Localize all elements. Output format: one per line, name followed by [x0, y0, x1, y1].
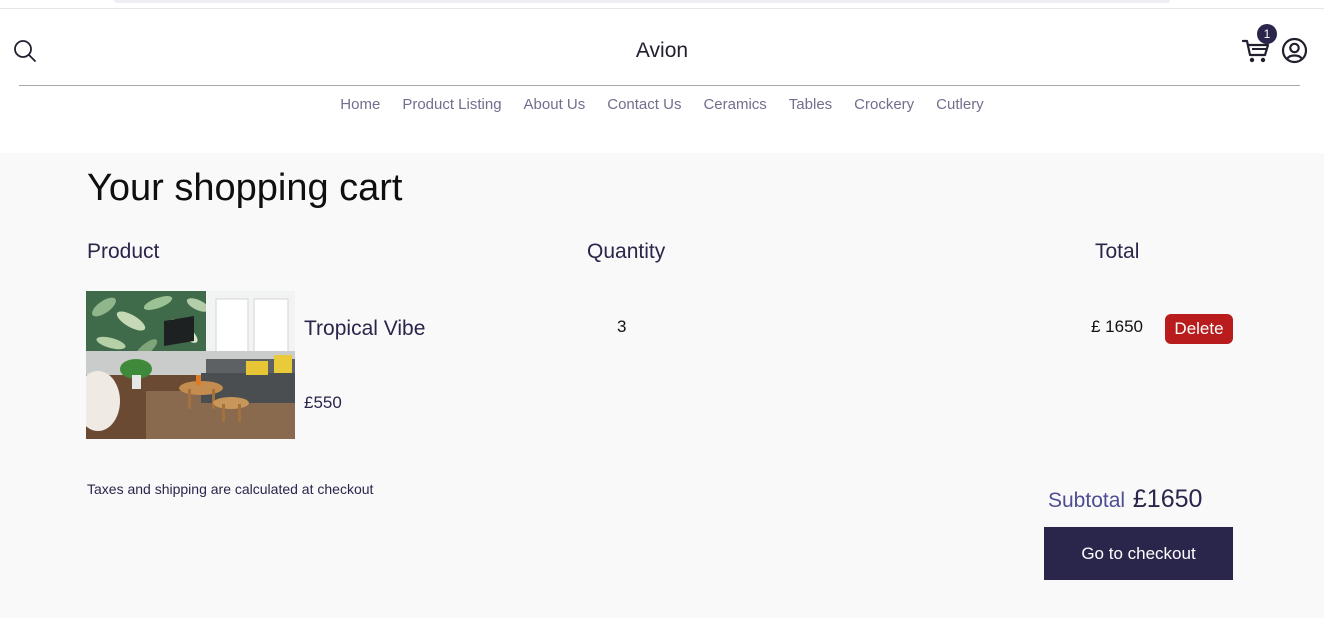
- account-button[interactable]: [1281, 37, 1308, 64]
- checkout-button[interactable]: Go to checkout: [1044, 527, 1233, 580]
- header-divider: [19, 85, 1300, 86]
- nav-cutlery[interactable]: Cutlery: [925, 95, 995, 115]
- delete-button[interactable]: Delete: [1165, 314, 1233, 344]
- nav-about-us[interactable]: About Us: [513, 95, 597, 115]
- nav-product-listing[interactable]: Product Listing: [391, 95, 512, 115]
- brand-logo: Avion: [635, 39, 689, 62]
- search-button[interactable]: [12, 38, 38, 64]
- column-header-product: Product: [87, 240, 160, 263]
- user-circle-icon: [1281, 37, 1308, 64]
- cart-count-badge: 1: [1257, 24, 1277, 44]
- column-header-total: Total: [1095, 240, 1140, 263]
- subtotal-amount: £1650: [1132, 485, 1203, 513]
- product-line-total: £ 1650: [1091, 317, 1143, 336]
- product-quantity: 3: [617, 317, 627, 336]
- nav-crockery[interactable]: Crockery: [843, 95, 925, 115]
- main-nav: Home Product Listing About Us Contact Us…: [0, 95, 1324, 115]
- nav-contact-us[interactable]: Contact Us: [596, 95, 692, 115]
- site-header: Avion 1 Home Product Listing About Us Co…: [0, 9, 1324, 153]
- address-bar-edge: [114, 0, 1170, 3]
- nav-ceramics[interactable]: Ceramics: [692, 95, 777, 115]
- browser-top-strip: [0, 0, 1324, 9]
- nav-home[interactable]: Home: [329, 95, 391, 115]
- tax-shipping-note: Taxes and shipping are calculated at che…: [87, 481, 374, 497]
- product-image[interactable]: [86, 291, 295, 439]
- nav-tables[interactable]: Tables: [778, 95, 843, 115]
- product-unit-price: £550: [304, 393, 342, 412]
- subtotal-label: Subtotal: [1048, 489, 1126, 512]
- search-icon: [14, 40, 36, 62]
- page-title: Your shopping cart: [87, 167, 403, 209]
- subtotal: Subtotal £1650: [1048, 485, 1202, 514]
- column-header-quantity: Quantity: [587, 240, 666, 263]
- product-name[interactable]: Tropical Vibe: [304, 317, 425, 341]
- cart-section: Your shopping cart Product Quantity Tota…: [0, 153, 1324, 618]
